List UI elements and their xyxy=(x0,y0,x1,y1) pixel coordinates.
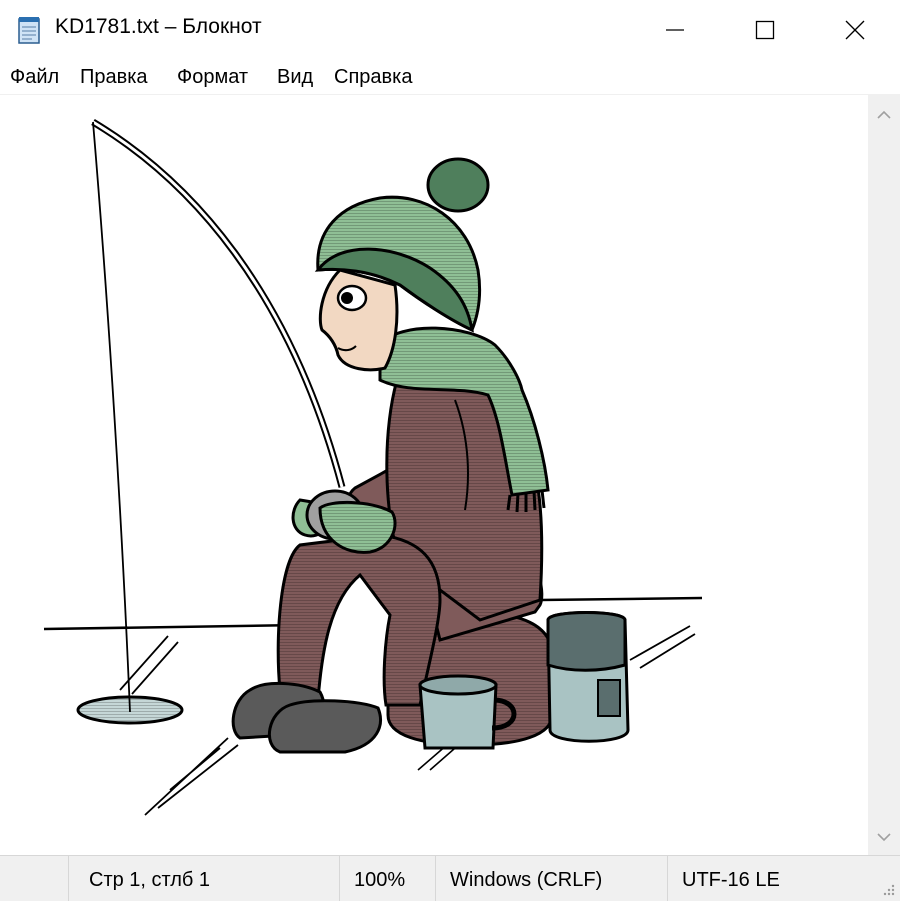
status-line-ending: Windows (CRLF) xyxy=(450,869,603,891)
vertical-scrollbar[interactable] xyxy=(868,95,900,855)
status-position-segment: Стр 1, стлб 1 xyxy=(68,856,340,901)
close-icon xyxy=(845,20,865,40)
status-encoding: UTF-16 LE xyxy=(682,869,780,891)
menu-edit[interactable]: Правка xyxy=(79,66,149,89)
maximize-button[interactable] xyxy=(720,0,810,60)
status-encoding-segment: UTF-16 LE xyxy=(667,856,900,901)
ice-fisherman-illustration xyxy=(43,118,703,816)
chevron-up-icon[interactable] xyxy=(876,107,892,123)
maximize-icon xyxy=(755,20,775,40)
text-edit-area[interactable] xyxy=(0,95,868,855)
resize-grip-icon[interactable] xyxy=(882,883,896,897)
menu-bar: Файл Правка Формат Вид Справка xyxy=(0,60,900,95)
minimize-button[interactable] xyxy=(630,0,720,60)
menu-help[interactable]: Справка xyxy=(333,66,413,89)
status-bar: Стр 1, стлб 1 100% Windows (CRLF) UTF-16… xyxy=(0,855,900,901)
status-cursor-position: Стр 1, стлб 1 xyxy=(89,869,211,891)
chevron-down-icon[interactable] xyxy=(876,829,892,845)
notepad-window: KD1781.txt – Блокнот Файл Правка Формат … xyxy=(0,0,900,901)
status-line-ending-segment: Windows (CRLF) xyxy=(435,856,668,901)
title-bar[interactable]: KD1781.txt – Блокнот xyxy=(0,0,900,60)
status-zoom: 100% xyxy=(354,869,406,891)
notepad-icon xyxy=(18,17,40,44)
close-button[interactable] xyxy=(810,0,900,60)
status-zoom-segment: 100% xyxy=(339,856,436,901)
minimize-icon xyxy=(666,29,684,31)
menu-format[interactable]: Формат xyxy=(176,66,249,89)
menu-view[interactable]: Вид xyxy=(276,66,314,89)
menu-file[interactable]: Файл xyxy=(9,66,60,89)
window-title: KD1781.txt – Блокнот xyxy=(55,15,262,38)
